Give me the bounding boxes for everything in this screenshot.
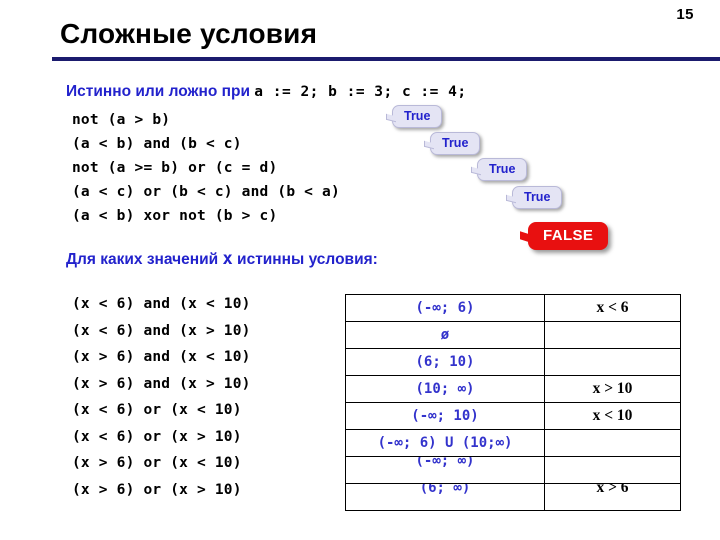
expression-line: not (a > b) [72, 112, 171, 128]
answer-interval-text: (-∞; 6) [415, 300, 475, 316]
prompt-true-or-false-text: Истинно или ложно при [66, 83, 250, 100]
answer-interval-cell: (-∞; 10) [345, 402, 545, 430]
title-divider [52, 57, 720, 61]
answer-interval-text: (6; ∞) [419, 483, 471, 497]
answer-interval-cell: (6; ∞) [345, 483, 545, 511]
expression-line: (a < b) xor not (b > c) [72, 208, 278, 224]
table-row: (6; 10) [345, 348, 681, 376]
slide-canvas: 15 Сложные условия Истинно или ложно при… [0, 0, 720, 540]
x-condition-line: (x > 6) or (x < 10) [72, 455, 242, 471]
table-row: ø [345, 321, 681, 349]
page-title: Сложные условия [60, 18, 318, 49]
answer-inequality-cell [544, 348, 681, 376]
answer-interval-text: (-∞; 10) [411, 408, 479, 424]
table-row: (-∞; 10) x < 10 [345, 402, 681, 430]
answer-interval-text: (6; 10) [415, 354, 475, 370]
answer-inequality-cell: x > 6 [544, 483, 681, 511]
prompt-for-which-values: Для каких значений x истинны условия: [66, 249, 378, 269]
x-condition-line: (x < 6) or (x > 10) [72, 428, 242, 445]
prompt-for-which-values-before: Для каких значений [66, 251, 223, 268]
answer-inequality-cell [544, 321, 681, 349]
x-condition-list: (x < 6) and (x < 10) (x < 6) and (x > 10… [72, 291, 251, 503]
x-condition-line: (x < 6) and (x < 10) [72, 296, 251, 312]
x-condition-line: (x > 6) and (x < 10) [72, 349, 251, 365]
answer-interval-cell: ø [345, 321, 545, 349]
answer-interval-text: (-∞; 6) U (10;∞) [377, 435, 513, 451]
expression-line: not (a >= b) or (c = d) [72, 160, 278, 176]
callout-true-1: True [392, 105, 443, 128]
x-condition-line: (x > 6) or (x > 10) [72, 481, 242, 498]
table-row: (10; ∞) x > 10 [345, 375, 681, 403]
answer-inequality-text: x > 6 [596, 483, 629, 497]
prompt-true-or-false: Истинно или ложно при a := 2; b := 3; c … [66, 83, 467, 101]
x-condition-line: (x < 6) and (x > 10) [72, 322, 251, 339]
answer-table: (-∞; 6) x < 6 ø (6; 10) (10; ∞) x > 10 (… [345, 294, 681, 511]
answer-inequality-cell: x < 10 [544, 402, 681, 430]
answer-inequality-text: x < 10 [592, 407, 633, 424]
answer-interval-cell: (-∞; ∞) [345, 456, 545, 484]
answer-interval-text: (-∞; ∞) [415, 456, 475, 470]
x-condition-line: (x > 6) and (x > 10) [72, 375, 251, 392]
table-row: (-∞; ∞) [345, 456, 681, 484]
answer-interval-cell: (10; ∞) [345, 375, 545, 403]
answer-inequality-text: x < 6 [596, 299, 629, 316]
answer-interval-text: (10; ∞) [415, 381, 475, 397]
answer-interval-cell: (6; 10) [345, 348, 545, 376]
x-condition-line: (x < 6) or (x < 10) [72, 402, 242, 418]
answer-inequality-cell [544, 456, 681, 484]
expression-line: (a < c) or (b < c) and (b < a) [72, 184, 340, 200]
table-row: (-∞; 6) x < 6 [345, 294, 681, 322]
answer-inequality-cell: x < 6 [544, 294, 681, 322]
answer-inequality-cell: x > 10 [544, 375, 681, 403]
callout-false: FALSE [528, 222, 609, 250]
callout-true-4: True [512, 186, 563, 209]
callout-true-3: True [477, 158, 528, 181]
answer-inequality-text: x > 10 [592, 380, 633, 397]
prompt-variable-assignments: a := 2; b := 3; c := 4; [254, 84, 467, 100]
callout-true-2: True [430, 132, 481, 155]
prompt-for-which-values-after: истинны условия: [232, 251, 378, 268]
answer-interval-text: ø [440, 327, 450, 343]
answer-interval-cell: (-∞; 6) U (10;∞) [345, 429, 545, 457]
answer-interval-cell: (-∞; 6) [345, 294, 545, 322]
prompt-variable-x: x [222, 249, 233, 269]
expression-line: (a < b) and (b < c) [72, 136, 242, 152]
table-row: (6; ∞) x > 6 [345, 483, 681, 511]
page-number: 15 [676, 6, 694, 23]
answer-inequality-cell [544, 429, 681, 457]
boolean-expression-list: not (a > b) (a < b) and (b < c) not (a >… [72, 108, 340, 228]
table-row: (-∞; 6) U (10;∞) [345, 429, 681, 457]
